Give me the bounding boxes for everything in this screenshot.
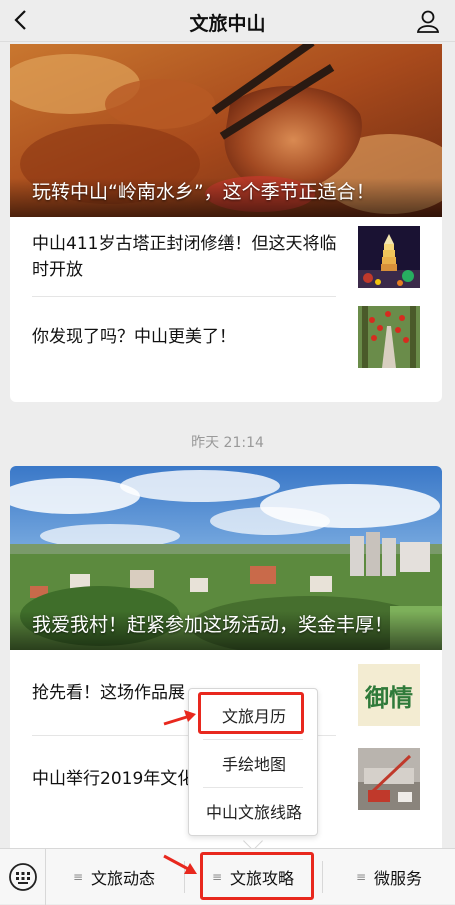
- annotation-arrow-icon: [163, 854, 197, 874]
- annotation-arrow-icon: [163, 710, 196, 726]
- thumbnail-rescue-drill: [358, 748, 420, 810]
- timestamp: 昨天 21:14: [191, 435, 264, 451]
- hamburger-icon: ≡: [355, 870, 367, 884]
- keyboard-toggle[interactable]: [0, 849, 46, 905]
- hero-article[interactable]: 我爱我村！赶紧参加这场活动，奖金丰厚！: [10, 466, 442, 650]
- list-item-title: 你发现了吗？中山更美了！: [32, 327, 236, 347]
- hero-caption: 玩转中山“岭南水乡”，这个季节正适合！: [10, 178, 442, 217]
- submenu-item-hand-drawn-map[interactable]: 手绘地图: [189, 739, 319, 787]
- article-card-1: 玩转中山“岭南水乡”，这个季节正适合！ 中山411岁古塔正封闭修缮！但这天将临时…: [10, 44, 442, 402]
- hero-caption: 我爱我村！赶紧参加这场活动，奖金丰厚！: [10, 611, 442, 650]
- nav-bar: 文旅中山: [0, 0, 455, 42]
- list-item[interactable]: 中山411岁古塔正封闭修缮！但这天将临时开放: [10, 217, 442, 297]
- thumbnail-poster: 御情: [358, 664, 420, 726]
- highlight-box-travel-guide: [200, 852, 314, 900]
- profile-icon[interactable]: [415, 8, 441, 34]
- thumbnail-lanterns: [358, 306, 420, 368]
- thumbnail-pagoda: [358, 226, 420, 288]
- page-title: 文旅中山: [189, 13, 266, 35]
- menu-item-label: 微服务: [374, 869, 423, 888]
- hero-article[interactable]: 玩转中山“岭南水乡”，这个季节正适合！: [10, 44, 442, 217]
- keyboard-icon: [9, 863, 37, 891]
- menu-item-micro-service[interactable]: ≡ 微服务: [323, 849, 455, 905]
- submenu-item-tour-routes[interactable]: 中山文旅线路: [189, 787, 319, 835]
- list-item[interactable]: 你发现了吗？中山更美了！: [10, 297, 442, 377]
- menu-item-label: 文旅动态: [91, 869, 156, 888]
- highlight-box-calendar: [198, 692, 304, 734]
- poster-calligraphy: 御情: [365, 682, 413, 712]
- list-item-title: 中山411岁古塔正封闭修缮！但这天将临时开放: [32, 234, 337, 280]
- hamburger-icon: ≡: [72, 870, 84, 884]
